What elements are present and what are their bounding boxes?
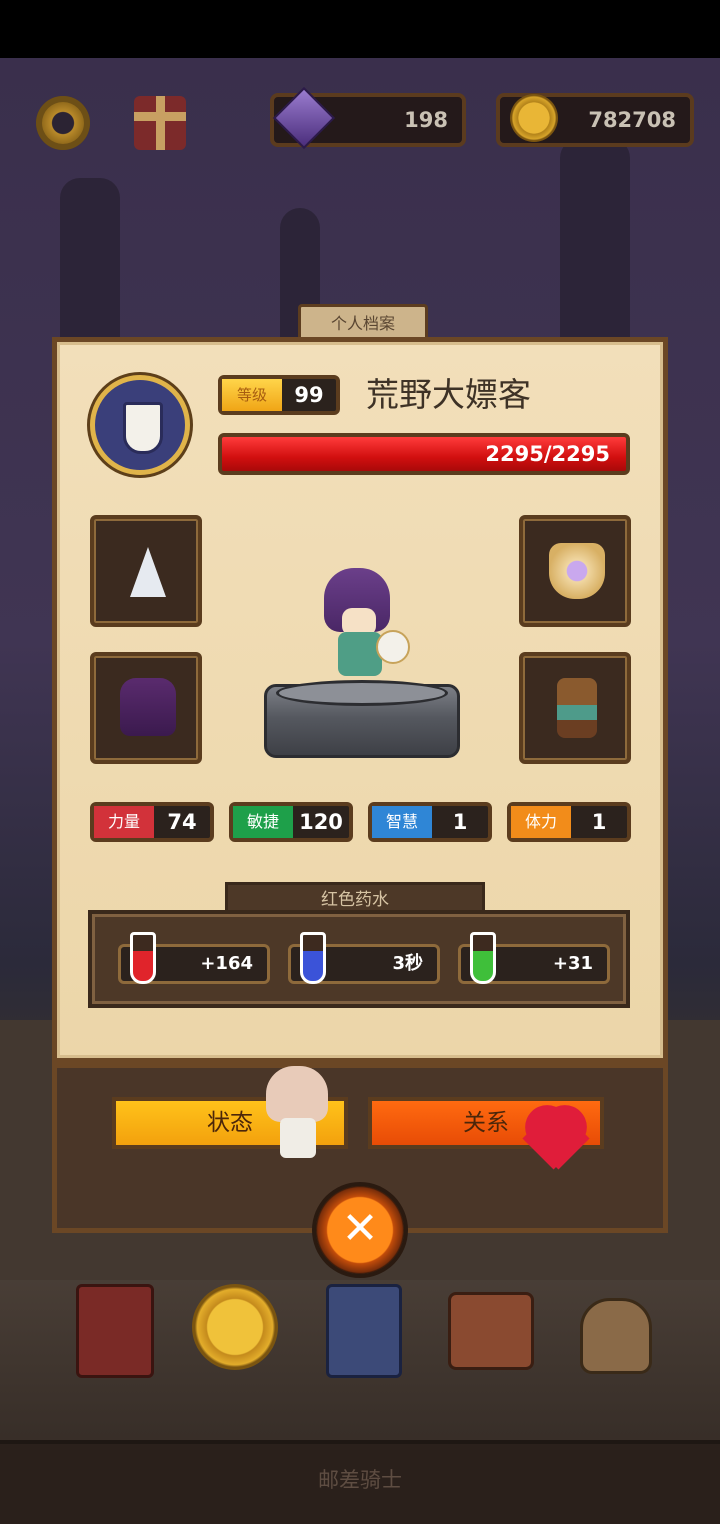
coin-icon — [510, 94, 558, 142]
stat-stamina: 体力 1 — [507, 802, 631, 842]
armor-slot[interactable] — [519, 515, 631, 627]
treasure-bag-icon[interactable] — [566, 1278, 658, 1374]
coin-count: 782708 — [588, 108, 676, 132]
stat-strength: 力量 74 — [90, 802, 214, 842]
level-label: 等级 — [222, 379, 282, 411]
journal-book-icon[interactable] — [72, 1278, 158, 1378]
stat-label: 体力 — [511, 806, 571, 838]
gift-icon[interactable] — [134, 96, 186, 150]
armor-potion-icon — [470, 932, 496, 984]
hp-text: 2295/2295 — [485, 442, 610, 466]
character-name: 荒野大嫖客 — [366, 375, 531, 414]
close-button[interactable]: ✕ — [316, 1186, 404, 1274]
npc-character — [266, 1066, 328, 1170]
crest-armor-icon — [549, 543, 605, 599]
class-emblem-icon — [90, 375, 190, 475]
card-deck-icon[interactable] — [320, 1278, 406, 1378]
stat-label: 力量 — [94, 806, 154, 838]
stat-wisdom: 智慧 1 — [368, 802, 492, 842]
heart-icon — [512, 1086, 602, 1170]
stat-value: 120 — [299, 810, 343, 834]
outfit-slot[interactable] — [519, 652, 631, 764]
hp-bar: 2295/2295 — [218, 433, 630, 475]
stat-value: 1 — [591, 810, 607, 834]
backpack-icon[interactable] — [438, 1278, 538, 1374]
stat-value: 1 — [452, 810, 468, 834]
hero-character — [318, 568, 410, 688]
stat-agility: 敏捷 120 — [229, 802, 353, 842]
potion-box: +164 3秒 +31 — [88, 910, 630, 1008]
shield-icon — [123, 402, 163, 454]
time-potion-icon — [300, 932, 326, 984]
stat-label: 智慧 — [372, 806, 432, 838]
gem-count: 198 — [404, 108, 448, 132]
close-icon: ✕ — [341, 1203, 379, 1254]
stat-label: 敏捷 — [233, 806, 293, 838]
level-box: 等级 99 — [218, 375, 340, 415]
footer-title: 邮差骑士 — [318, 1468, 402, 1492]
level-value: 99 — [294, 383, 324, 407]
arrowhead-weapon-icon — [130, 547, 166, 597]
weapon-slot[interactable] — [90, 515, 202, 627]
outfit-icon — [557, 678, 597, 738]
health-potion-icon — [130, 932, 156, 984]
purple-hood-icon — [120, 678, 176, 736]
helmet-slot[interactable] — [90, 652, 202, 764]
stat-value: 74 — [167, 810, 197, 834]
settings-gear-icon[interactable] — [36, 96, 90, 150]
medal-coin-icon[interactable] — [192, 1278, 278, 1374]
